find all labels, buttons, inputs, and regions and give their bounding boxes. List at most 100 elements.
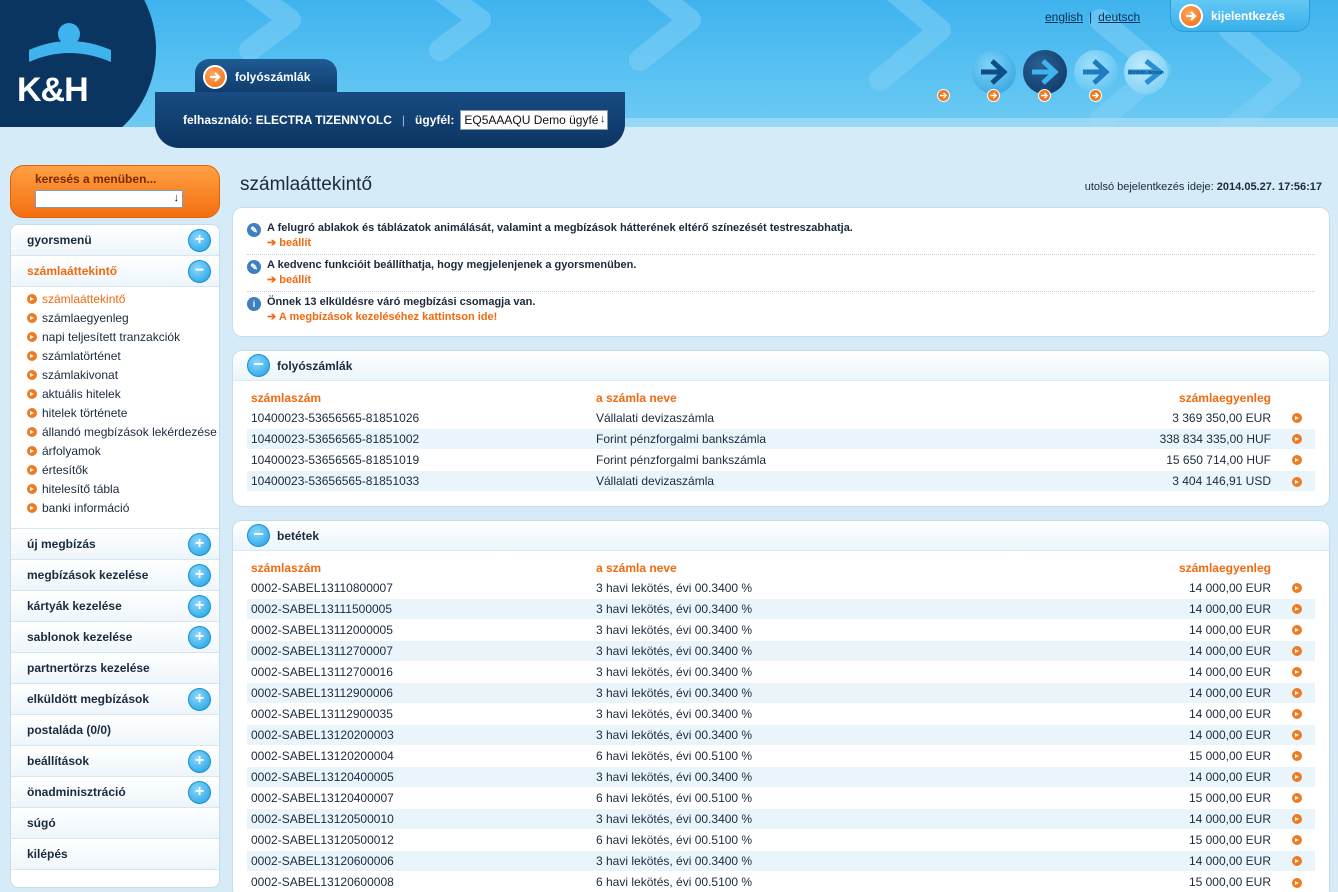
row-details-cell[interactable] (1275, 427, 1315, 449)
sidebar-item[interactable]: új megbízás + (11, 529, 219, 560)
arrow-right-icon[interactable] (1292, 583, 1302, 594)
submenu-item[interactable]: számlatörténet (27, 349, 219, 363)
submenu-item[interactable]: árfolyamok (27, 444, 219, 458)
lang-deutsch-link[interactable]: deutsch (1098, 10, 1140, 24)
row-details-cell[interactable] (1275, 765, 1315, 787)
account-number[interactable]: 0002-SABEL13120500012 (247, 828, 592, 850)
arrow-right-icon[interactable] (1292, 730, 1302, 741)
table-row[interactable]: 10400023-53656565-81851033 Vállalati devi… (247, 469, 1315, 491)
lang-english-link[interactable]: english (1045, 10, 1083, 24)
table-row[interactable]: 0002-SABEL13112700007 3 havi lekötés, évi… (247, 639, 1315, 661)
table-row[interactable]: 0002-SABEL13120600008 6 havi lekötés, évi… (247, 870, 1315, 892)
expand-icon[interactable]: + (188, 780, 211, 804)
row-details-cell[interactable] (1275, 807, 1315, 829)
table-row[interactable]: 0002-SABEL13111500005 3 havi lekötés, évi… (247, 597, 1315, 619)
nav-arrow-2-icon[interactable] (1023, 50, 1067, 94)
row-details-cell[interactable] (1275, 597, 1315, 619)
arrow-right-icon[interactable] (937, 89, 950, 102)
arrow-right-icon[interactable] (1292, 667, 1302, 678)
notice-link[interactable]: A megbízások kezeléséhez kattintson ide! (267, 310, 535, 323)
arrow-right-icon[interactable] (1292, 688, 1302, 699)
account-number[interactable]: 10400023-53656565-81851033 (247, 469, 592, 491)
collapse-icon[interactable]: − (247, 354, 270, 377)
account-number[interactable]: 0002-SABEL13120200003 (247, 723, 592, 745)
nav-arrow-4-icon[interactable]: döntsön okosan (1124, 50, 1168, 94)
row-details-cell[interactable] (1275, 723, 1315, 745)
row-details-cell[interactable] (1275, 469, 1315, 491)
account-number[interactable]: 10400023-53656565-81851002 (247, 427, 592, 449)
table-row[interactable]: 0002-SABEL13112900006 3 havi lekötés, évi… (247, 681, 1315, 703)
sidebar-item[interactable]: kilépés (11, 839, 219, 870)
expand-icon[interactable]: + (188, 687, 211, 711)
row-details-cell[interactable] (1275, 786, 1315, 808)
table-row[interactable]: 0002-SABEL13120400007 6 havi lekötés, évi… (247, 786, 1315, 808)
sidebar-item[interactable]: partnertörzs kezelése (11, 653, 219, 684)
row-details-cell[interactable] (1275, 702, 1315, 724)
account-number[interactable]: 0002-SABEL13112900006 (247, 681, 592, 703)
arrow-right-icon[interactable] (1089, 89, 1102, 102)
submenu-item[interactable]: napi teljesített tranzakciók (27, 330, 219, 344)
row-details-cell[interactable] (1275, 870, 1315, 892)
sidebar-item[interactable]: sablonok kezelése + (11, 622, 219, 653)
submenu-item[interactable]: értesítők (27, 463, 219, 477)
arrow-right-icon[interactable] (1292, 625, 1302, 636)
account-number[interactable]: 10400023-53656565-81851019 (247, 448, 592, 470)
sidebar-item[interactable]: elküldött megbízások + (11, 684, 219, 715)
submenu-item[interactable]: számlaegyenleg (27, 311, 219, 325)
account-number[interactable]: 0002-SABEL13110800007 (247, 576, 592, 598)
arrow-right-icon[interactable] (987, 89, 1000, 102)
table-row[interactable]: 0002-SABEL13120500012 6 havi lekötés, évi… (247, 828, 1315, 850)
current-accounts-header[interactable]: − folyószámlák (233, 351, 1329, 381)
table-row[interactable]: 0002-SABEL13112000005 3 havi lekötés, évi… (247, 618, 1315, 640)
row-details-cell[interactable] (1275, 681, 1315, 703)
table-row[interactable]: 0002-SABEL13112900035 3 havi lekötés, évi… (247, 702, 1315, 724)
account-number[interactable]: 0002-SABEL13112000005 (247, 618, 592, 640)
submenu-item[interactable]: számlaáttekintő (27, 292, 219, 306)
row-details-cell[interactable] (1275, 744, 1315, 766)
sidebar-item[interactable]: súgó (11, 808, 219, 839)
collapse-icon[interactable]: − (247, 524, 270, 547)
row-details-cell[interactable] (1275, 660, 1315, 682)
submenu-item[interactable]: aktuális hitelek (27, 387, 219, 401)
expand-icon[interactable]: + (188, 625, 211, 649)
arrow-right-icon[interactable] (1292, 772, 1302, 783)
expand-icon[interactable]: + (188, 228, 211, 252)
row-details-cell[interactable] (1275, 849, 1315, 871)
table-row[interactable]: 0002-SABEL13110800007 3 havi lekötés, évi… (247, 576, 1315, 598)
arrow-right-icon[interactable] (1292, 646, 1302, 657)
submenu-item[interactable]: hitelesítő tábla (27, 482, 219, 496)
notice-link[interactable]: beállít (267, 236, 853, 249)
collapse-icon[interactable]: − (188, 259, 211, 283)
row-details-cell[interactable] (1275, 576, 1315, 598)
arrow-right-icon[interactable] (1292, 476, 1302, 487)
sidebar-item[interactable]: számlaáttekintő − (11, 256, 219, 287)
account-number[interactable]: 0002-SABEL13120600006 (247, 849, 592, 871)
account-number[interactable]: 0002-SABEL13120400005 (247, 765, 592, 787)
arrow-right-icon[interactable] (1292, 835, 1302, 846)
table-row[interactable]: 0002-SABEL13120200004 6 havi lekötés, évi… (247, 744, 1315, 766)
account-number[interactable]: 0002-SABEL13120500010 (247, 807, 592, 829)
arrow-right-icon[interactable] (1292, 604, 1302, 615)
menu-search-select[interactable]: ↓ (35, 190, 183, 208)
sidebar-item[interactable]: postaláda (0/0) (11, 715, 219, 746)
client-select[interactable]: EQ5AAAQU Demo ügyfé ↓ (460, 110, 609, 130)
account-number[interactable]: 0002-SABEL13111500005 (247, 597, 592, 619)
sidebar-item[interactable]: kártyák kezelése + (11, 591, 219, 622)
table-row[interactable]: 10400023-53656565-81851026 Vállalati devi… (247, 406, 1315, 428)
expand-icon[interactable]: + (188, 563, 211, 587)
row-details-cell[interactable] (1275, 618, 1315, 640)
table-row[interactable]: 0002-SABEL13120200003 3 havi lekötés, évi… (247, 723, 1315, 745)
sidebar-item[interactable]: gyorsmenü + (11, 225, 219, 256)
notice-link[interactable]: beállít (267, 273, 636, 286)
row-details-cell[interactable] (1275, 406, 1315, 428)
logout-button[interactable]: kijelentkezés (1170, 0, 1310, 32)
nav-arrow-3-icon[interactable] (1074, 50, 1118, 94)
arrow-right-icon[interactable] (1292, 814, 1302, 825)
sidebar-item[interactable]: önadminisztráció + (11, 777, 219, 808)
account-number[interactable]: 0002-SABEL13112700016 (247, 660, 592, 682)
arrow-right-icon[interactable] (1292, 413, 1302, 424)
table-row[interactable]: 10400023-53656565-81851019 Forint pénzfor… (247, 448, 1315, 470)
arrow-right-icon[interactable] (1038, 89, 1051, 102)
account-number[interactable]: 0002-SABEL13120200004 (247, 744, 592, 766)
table-row[interactable]: 0002-SABEL13120600006 3 havi lekötés, évi… (247, 849, 1315, 871)
